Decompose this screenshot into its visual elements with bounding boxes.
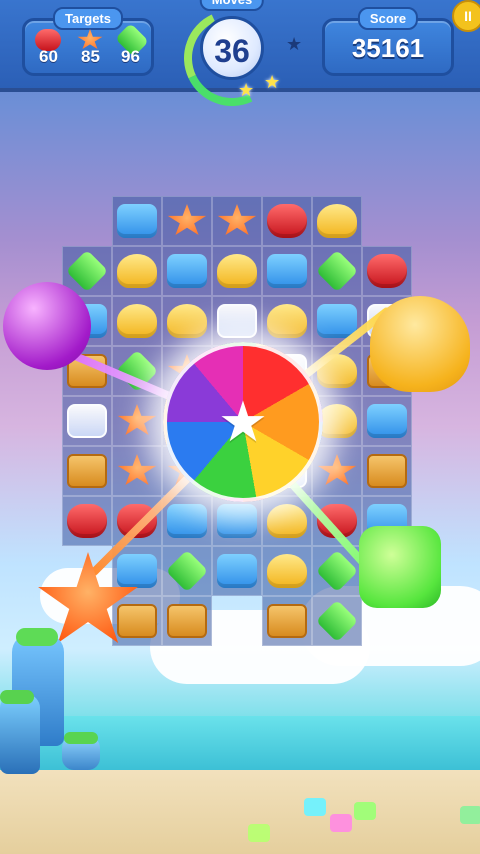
crate-candy[interactable] bbox=[267, 604, 307, 638]
blue-candy[interactable] bbox=[217, 554, 257, 588]
sand-gem bbox=[304, 798, 326, 816]
moves-circle: 36 bbox=[200, 16, 264, 80]
score-value: 35161 bbox=[351, 33, 425, 63]
blue-candy[interactable] bbox=[367, 404, 407, 438]
moves-value: 36 bbox=[214, 33, 250, 69]
moves-indicator: 36 Moves ★ ★ ★ bbox=[170, 0, 303, 120]
sand-gem bbox=[248, 824, 270, 842]
grass bbox=[16, 628, 58, 646]
red-candy[interactable] bbox=[267, 204, 307, 238]
score-label: Score bbox=[357, 7, 419, 30]
targets-label: Targets bbox=[53, 7, 123, 30]
target-count-green: 96 bbox=[121, 47, 140, 66]
rock bbox=[0, 694, 40, 774]
sand-gem bbox=[460, 806, 480, 824]
grass bbox=[0, 690, 34, 704]
yellow-candy[interactable] bbox=[317, 204, 357, 238]
blue-candy[interactable] bbox=[117, 204, 157, 238]
target-count-red: 60 bbox=[39, 47, 58, 66]
score-panel: Score 35161 bbox=[322, 7, 454, 76]
blue-candy[interactable] bbox=[117, 554, 157, 588]
blue-candy[interactable] bbox=[167, 504, 207, 538]
grass bbox=[64, 732, 98, 744]
blue-candy[interactable] bbox=[267, 254, 307, 288]
star-icon: ★ bbox=[238, 80, 255, 101]
big-purple-candy[interactable] bbox=[3, 282, 91, 370]
blue-candy[interactable] bbox=[217, 504, 257, 538]
pause-button[interactable]: II bbox=[452, 0, 480, 32]
red-candy[interactable] bbox=[367, 254, 407, 288]
crate-candy[interactable] bbox=[67, 454, 107, 488]
blue-candy[interactable] bbox=[167, 254, 207, 288]
ice-candy[interactable] bbox=[67, 404, 107, 438]
big-yellow-candy[interactable] bbox=[370, 296, 470, 392]
targets-panel: Targets 60 85 96 bbox=[22, 7, 154, 76]
yellow-candy[interactable] bbox=[267, 504, 307, 538]
star-icon: ★ bbox=[217, 390, 269, 455]
yellow-candy[interactable] bbox=[267, 554, 307, 588]
yellow-candy[interactable] bbox=[167, 304, 207, 338]
yellow-candy[interactable] bbox=[217, 254, 257, 288]
moves-label: Moves bbox=[199, 0, 265, 11]
crate-candy[interactable] bbox=[117, 604, 157, 638]
target-count-orange: 85 bbox=[81, 47, 100, 66]
star-icon: ★ bbox=[286, 34, 303, 55]
rainbow-ball[interactable]: ★ bbox=[163, 342, 323, 502]
sand-gem bbox=[354, 802, 376, 820]
big-green-square-candy[interactable] bbox=[359, 526, 441, 608]
ice-candy[interactable] bbox=[217, 304, 257, 338]
yellow-candy[interactable] bbox=[317, 404, 357, 438]
game-scene: ★ Targets 60 85 96 36 Moves ★ bbox=[0, 0, 480, 854]
yellow-candy[interactable] bbox=[117, 304, 157, 338]
sand-gem bbox=[330, 814, 352, 832]
yellow-candy[interactable] bbox=[117, 254, 157, 288]
top-hud: Targets 60 85 96 36 Moves ★ ★ ★ Score 35… bbox=[0, 0, 480, 120]
sand bbox=[0, 770, 480, 854]
crate-candy[interactable] bbox=[167, 604, 207, 638]
star-icon: ★ bbox=[264, 72, 281, 93]
red-candy[interactable] bbox=[67, 504, 107, 538]
crate-candy[interactable] bbox=[367, 454, 407, 488]
yellow-candy[interactable] bbox=[267, 304, 307, 338]
